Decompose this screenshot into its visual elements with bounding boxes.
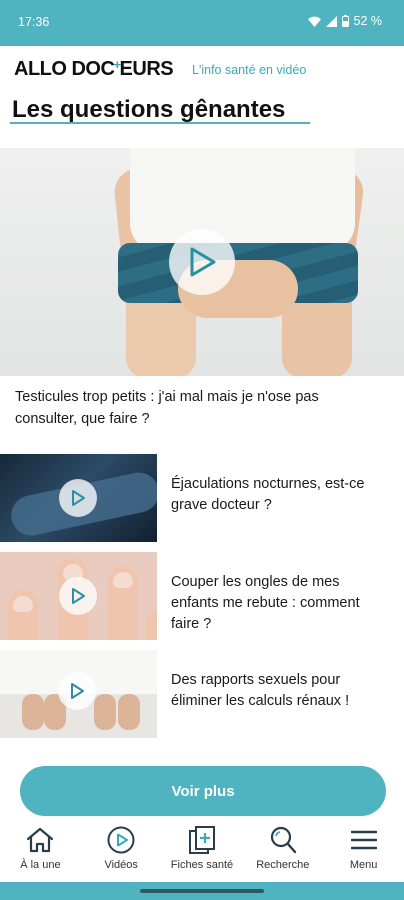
video-title[interactable]: Éjaculations nocturnes, est-ce grave doc… [171,474,386,516]
video-title[interactable]: Couper les ongles de mes enfants me rebu… [171,572,386,635]
video-title[interactable]: Des rapports sexuels pour éliminer les c… [171,670,386,712]
app-logo[interactable]: ALLO DOC + EURS [14,57,174,81]
hero-image-part [130,148,355,253]
list-item[interactable]: Éjaculations nocturnes, est-ce grave doc… [0,454,404,542]
thumbnail-image-part [146,612,157,640]
video-thumbnail[interactable] [0,552,157,640]
nav-item-search[interactable]: Recherche [242,820,323,882]
battery-percent: 52 % [353,14,383,28]
battery-icon [341,15,349,27]
nav-item-health-sheets[interactable]: Fiches santé [162,820,243,882]
thumbnail-image-part [22,694,44,730]
gesture-bar [0,882,404,900]
nav-item-home[interactable]: À la une [0,820,81,882]
featured-video-title[interactable]: Testicules trop petits : j'ai mal mais j… [15,386,375,430]
nav-item-videos[interactable]: Vidéos [81,820,162,882]
thumbnail-image-part [8,590,38,640]
list-item[interactable]: Couper les ongles de mes enfants me rebu… [0,552,404,640]
video-thumbnail[interactable] [0,650,157,738]
nav-label-menu: Menu [349,859,378,871]
video-thumbnail[interactable] [0,454,157,542]
hero-image-part [282,298,352,376]
see-more-button[interactable]: Voir plus [20,766,386,816]
home-icon [25,824,55,856]
bottom-nav: À la une Vidéos Fiches santé Recherche M… [0,820,404,882]
thumbnail-image-part [13,596,33,612]
status-icons: 52 % [307,14,383,28]
search-icon [269,824,297,856]
play-icon [106,824,136,856]
play-icon[interactable] [59,577,97,615]
wifi-icon [307,16,321,27]
thumbnail-image-part [108,566,138,640]
page-title: Les questions gênantes [12,96,286,123]
hero-image-part [126,298,196,376]
signal-icon [325,15,337,27]
nav-label-home: À la une [20,859,61,871]
title-underline [10,122,310,124]
nav-label-search: Recherche [256,859,310,871]
logo-text-end: EURS [119,58,174,80]
status-bar: 17:36 52 % [0,0,404,46]
featured-play-icon[interactable] [169,229,235,295]
thumbnail-image-part [118,694,140,730]
health-sheet-icon [188,824,216,856]
play-icon[interactable] [58,672,96,710]
app-tagline: L'info santé en vidéo [192,63,307,77]
play-icon[interactable] [59,479,97,517]
nav-label-health-sheets: Fiches santé [170,859,234,871]
list-item[interactable]: Des rapports sexuels pour éliminer les c… [0,650,404,738]
thumbnail-image-part [94,694,116,730]
nav-label-videos: Vidéos [104,859,138,871]
app-header: ALLO DOC + EURS L'info santé en vidéo [0,46,404,90]
logo-text-start: ALLO DOC [14,58,115,80]
nav-item-menu[interactable]: Menu [323,820,404,882]
menu-icon [350,824,377,856]
home-gesture-handle[interactable] [140,889,264,893]
thumbnail-image-part [113,572,133,588]
status-time: 17:36 [18,15,50,29]
